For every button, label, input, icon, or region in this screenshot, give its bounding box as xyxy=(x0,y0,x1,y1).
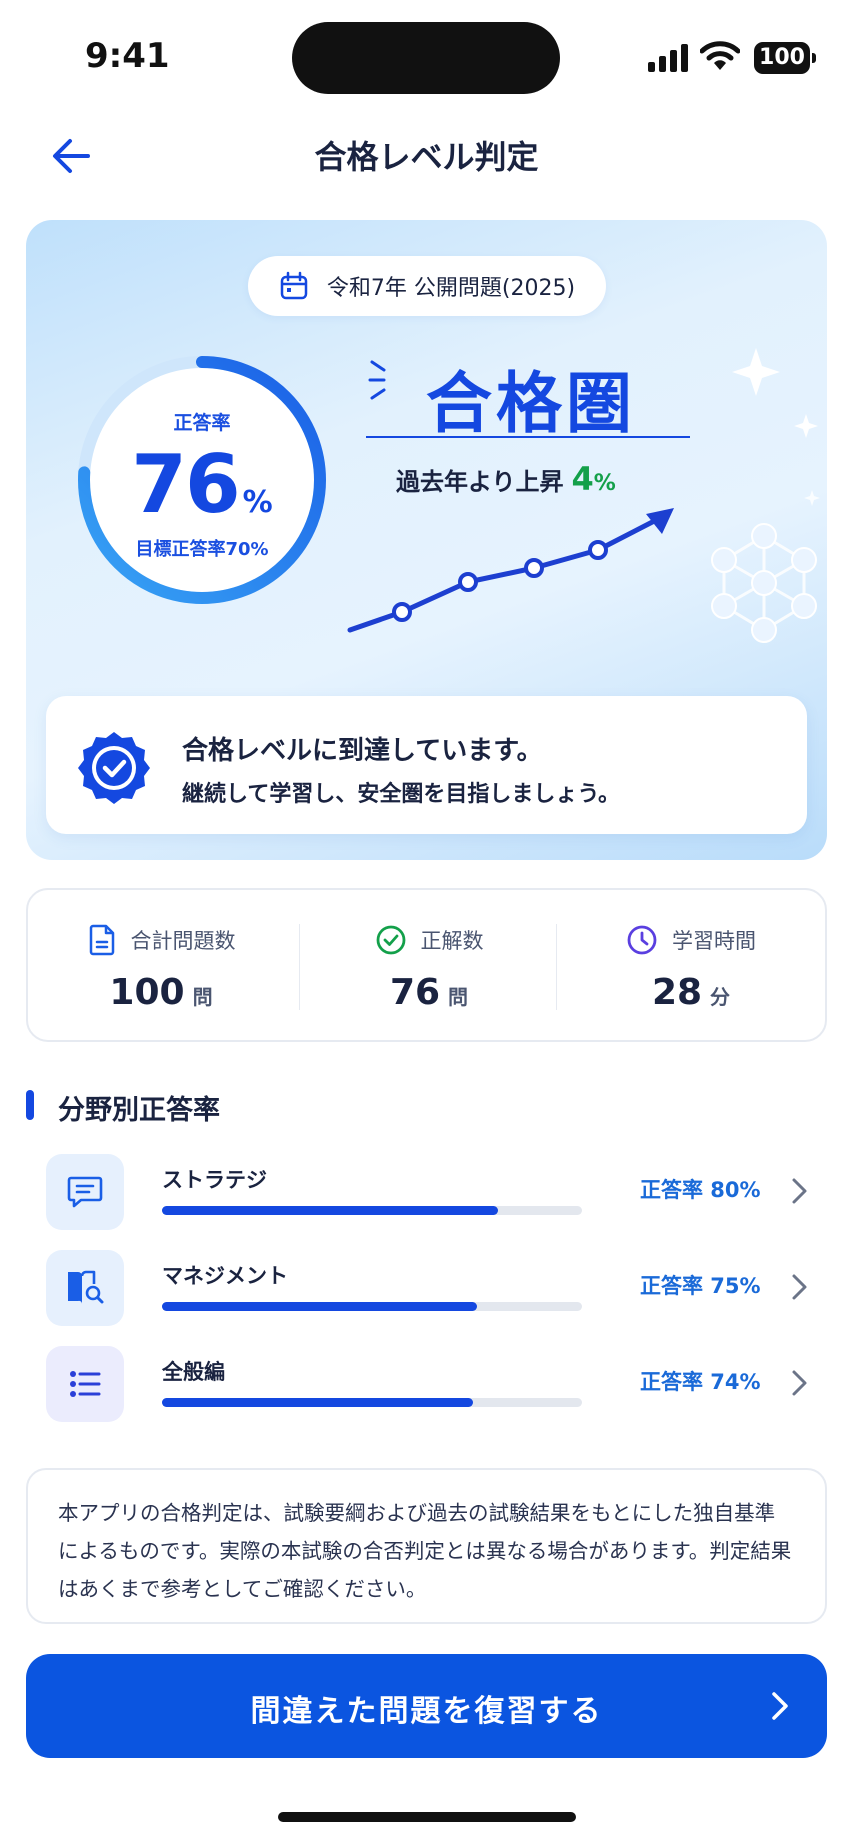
field-name: マネジメント xyxy=(162,1264,288,1288)
exam-label-pill: 令和7年 公開問題(2025) xyxy=(248,256,606,316)
status-bar: 9:41 100 xyxy=(0,0,853,110)
rise-text: 過去年より上昇 xyxy=(396,468,564,496)
battery-indicator: 100 xyxy=(754,42,816,74)
ring-label: 正答率 xyxy=(173,411,231,434)
field-rate: 正答率 74% xyxy=(640,1370,761,1394)
field-row-management[interactable]: マネジメント 正答率 75% xyxy=(46,1250,816,1330)
field-name: ストラテジ xyxy=(162,1168,267,1192)
list-icon xyxy=(70,1371,101,1397)
stat-unit: 問 xyxy=(192,985,213,1009)
stat-label: 学習時間 xyxy=(672,929,756,953)
check-circle-icon xyxy=(376,925,405,955)
field-rate: 正答率 75% xyxy=(640,1274,761,1298)
verified-badge-icon xyxy=(78,732,150,804)
field-name: 全般編 xyxy=(162,1360,225,1384)
chevron-right-icon xyxy=(792,1274,807,1300)
book-search-icon xyxy=(68,1270,104,1304)
wifi-icon xyxy=(700,41,740,70)
stats-card: 合計問題数 100 問 正解数 76 問 学習時間 28 分 xyxy=(26,888,827,1042)
score-ring: 正答率 76 % 目標正答率70% xyxy=(72,350,332,610)
dynamic-island xyxy=(292,22,560,94)
result-hero-card: 令和7年 公開問題(2025) 正答率 76 % 目標正答率70% 合格圏 過去… xyxy=(26,220,827,860)
review-mistakes-button[interactable]: 間違えた問題を復習する xyxy=(26,1654,827,1758)
reached-message-card: 合格レベルに到達しています。 継続して学習し、安全圏を目指しましょう。 xyxy=(46,696,807,834)
calendar-icon xyxy=(280,271,308,300)
document-icon xyxy=(89,924,114,956)
stat-value: 100 xyxy=(109,972,185,1013)
stat-correct-answers: 正解数 76 問 xyxy=(296,890,562,1040)
section-accent-bar xyxy=(26,1090,34,1120)
field-progress-fill xyxy=(162,1302,477,1311)
stat-value: 76 xyxy=(389,972,441,1013)
chevron-right-icon xyxy=(792,1178,807,1204)
stat-unit: 問 xyxy=(448,985,469,1009)
chevron-right-icon xyxy=(772,1692,788,1720)
field-progress-fill xyxy=(162,1398,473,1407)
chat-icon xyxy=(67,1176,103,1208)
clock-icon xyxy=(627,925,657,955)
stat-total-questions: 合計問題数 100 問 xyxy=(28,890,294,1040)
rise-value: 4 xyxy=(571,460,594,498)
status-time: 9:41 xyxy=(85,36,170,76)
field-progress-track xyxy=(162,1302,582,1311)
stat-label: 正解数 xyxy=(420,929,484,953)
field-row-strategy[interactable]: ストラテジ 正答率 80% xyxy=(46,1154,816,1234)
rise-unit: % xyxy=(593,471,616,496)
field-progress-fill xyxy=(162,1206,498,1215)
field-icon-tile xyxy=(46,1346,124,1422)
field-row-general[interactable]: 全般編 正答率 74% xyxy=(46,1346,816,1426)
ring-unit: % xyxy=(242,484,273,520)
field-icon-tile xyxy=(46,1154,124,1230)
burst-lines-icon xyxy=(368,360,386,400)
field-icon-tile xyxy=(46,1250,124,1326)
chevron-right-icon xyxy=(792,1370,807,1396)
verdict-label: 合格圏 xyxy=(426,365,636,442)
divider xyxy=(556,924,557,1010)
reached-subtitle: 継続して学習し、安全圏を目指しましょう。 xyxy=(182,782,621,807)
page-title: 合格レベル判定 xyxy=(314,138,539,176)
review-mistakes-label: 間違えた問題を復習する xyxy=(250,1694,603,1729)
ring-target: 目標正答率70% xyxy=(135,538,269,560)
trend-line-graphic xyxy=(347,508,674,633)
sparkle-molecule-decoration xyxy=(711,348,820,643)
field-progress-track xyxy=(162,1398,582,1407)
stat-label: 合計問題数 xyxy=(130,929,236,953)
field-progress-track xyxy=(162,1206,582,1215)
stat-study-time: 学習時間 28 分 xyxy=(558,890,824,1040)
field-rate: 正答率 80% xyxy=(640,1178,761,1202)
reached-title: 合格レベルに到達しています。 xyxy=(182,736,543,766)
exam-label: 令和7年 公開問題(2025) xyxy=(326,276,576,301)
ring-value: 76 xyxy=(131,437,240,531)
stat-value: 28 xyxy=(651,972,703,1013)
stat-unit: 分 xyxy=(710,985,731,1009)
home-indicator xyxy=(278,1812,576,1822)
rise-indicator: 過去年より上昇 4% xyxy=(396,460,616,498)
cellular-signal-icon xyxy=(648,44,688,72)
disclaimer-text: 本アプリの合格判定は、試験要綱および過去の試験結果をもとにした独自基準によるもの… xyxy=(26,1468,827,1624)
section-title: 分野別正答率 xyxy=(58,1095,220,1126)
verdict-underline xyxy=(366,436,690,438)
